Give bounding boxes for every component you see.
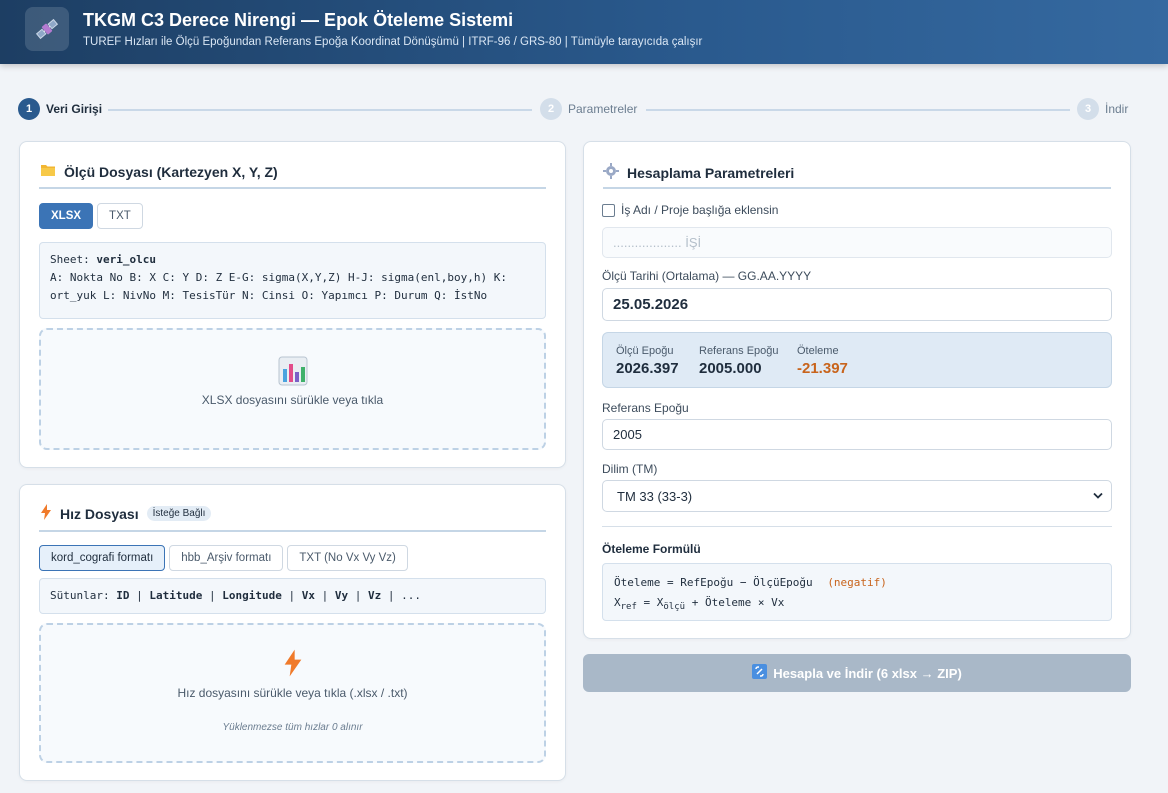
parameters-card: Hesaplama Parametreleri İş Adı / Proje b… <box>583 141 1131 639</box>
measurement-date-input[interactable]: 25.05.2026 <box>602 288 1112 321</box>
tab-hbb-arsiv[interactable]: hbb_Arşiv formatı <box>169 545 284 571</box>
shift-value: -21.397 <box>797 360 848 377</box>
stepper: 1 Veri Girişi 2 Parametreler 3 İndir <box>18 98 1133 122</box>
formula-title: Öteleme Formülü <box>602 542 701 556</box>
gear-icon <box>603 163 619 182</box>
velocity-columns-info: Sütunlar: ID | Latitude | Longitude | Vx… <box>39 578 546 614</box>
formula-rest: + Öteleme × Vx <box>685 596 785 609</box>
card-divider <box>39 530 546 532</box>
checkbox-label: İş Adı / Proje başlığa eklensin <box>621 203 779 217</box>
step-label: Veri Girişi <box>46 102 103 116</box>
card-divider <box>603 187 1111 189</box>
velocity-card-title: Hız Dosyası İsteğe Bağlı <box>40 504 212 523</box>
project-title-checkbox-row[interactable]: İş Adı / Proje başlığa eklensin <box>602 203 778 217</box>
project-name-placeholder: ................... İŞİ <box>613 235 702 250</box>
zone-select[interactable]: TM 33 (33-3) <box>602 480 1112 512</box>
section-divider <box>602 526 1112 527</box>
tab-xlsx[interactable]: XLSX <box>39 203 94 229</box>
velocity-format-tabs: kord_cografi formatı hbb_Arşiv formatı T… <box>39 545 408 571</box>
formula-olcu-sub: ölçü <box>663 602 686 613</box>
velocity-file-card: Hız Dosyası İsteğe Bağlı kord_cografi fo… <box>19 484 566 781</box>
step-download[interactable]: 3 İndir <box>1077 98 1128 120</box>
project-title-checkbox[interactable] <box>602 203 615 217</box>
ref-epoch-value: 2005.000 <box>699 360 762 377</box>
app-header: TKGM C3 Derece Nirengi — Epok Öteleme Si… <box>0 0 1168 64</box>
sheet-columns-info: Sheet: veri_olcu A: Nokta No B: X C: Y D… <box>39 242 546 319</box>
formula-eq: = X <box>636 596 664 609</box>
sheet-name: veri_olcu <box>96 253 156 266</box>
column-more: ... <box>401 589 421 602</box>
card-divider <box>39 187 546 189</box>
link-icon <box>752 664 768 682</box>
app-title: TKGM C3 Derece Nirengi — Epok Öteleme Si… <box>83 10 514 30</box>
measurement-format-tabs: XLSX TXT <box>39 203 143 229</box>
dropzone-text: XLSX dosyasını sürükle veya tıkla <box>201 393 384 407</box>
measure-epoch-value: 2026.397 <box>616 360 679 377</box>
tab-txt[interactable]: TXT <box>97 203 143 229</box>
ref-epoch-field-label: Referans Epoğu <box>602 401 689 415</box>
date-label: Ölçü Tarihi (Ortalama) — GG.AA.YYYY <box>602 269 812 283</box>
tab-txt-velocity[interactable]: TXT (No Vx Vy Vz) <box>287 545 408 571</box>
satellite-icon <box>25 7 69 51</box>
tab-kord-cografi[interactable]: kord_cografi formatı <box>39 545 166 571</box>
button-label: Hesapla ve İndir (6 xlsx → ZIP) <box>773 665 962 681</box>
formula-ref-sub: ref <box>620 602 637 613</box>
lightning-icon <box>40 504 52 523</box>
step-number: 1 <box>18 98 40 120</box>
ref-epoch-label: Referans Epoğu <box>699 345 779 357</box>
step-number: 2 <box>540 98 562 120</box>
parameters-card-title: Hesaplama Parametreleri <box>603 163 794 182</box>
epoch-summary: Ölçü Epoğu 2026.397 Referans Epoğu 2005.… <box>602 332 1112 388</box>
formula-line1: Öteleme = RefEpoğu − ÖlçüEpoğu <box>614 576 813 589</box>
app-subtitle: TUREF Hızları ile Ölçü Epoğundan Referan… <box>83 36 703 48</box>
zone-selected-value: TM 33 (33-3) <box>617 488 693 504</box>
xlsx-dropzone[interactable]: XLSX dosyasını sürükle veya tıkla <box>39 328 546 450</box>
lightning-icon <box>41 649 544 680</box>
velocity-dropzone[interactable]: Hız dosyasını sürükle veya tıkla (.xlsx … <box>39 623 546 763</box>
zone-label: Dilim (TM) <box>602 462 658 476</box>
column-latitude: Latitude <box>149 589 203 602</box>
project-name-input[interactable]: ................... İŞİ <box>602 227 1112 258</box>
column-mapping: A: Nokta No B: X C: Y D: Z E-G: sigma(X,… <box>50 271 507 302</box>
step-label: İndir <box>1105 102 1129 116</box>
dropzone-text: Hız dosyasını sürükle veya tıkla (.xlsx … <box>177 686 408 700</box>
measurement-card-title: Ölçü Dosyası (Kartezyen X, Y, Z) <box>40 163 278 180</box>
step-number: 3 <box>1077 98 1099 120</box>
chevron-down-icon <box>1093 487 1103 505</box>
step-data-entry[interactable]: 1 Veri Girişi <box>18 98 102 120</box>
formula-negative: (negatif) <box>827 576 887 589</box>
step-label: Parametreler <box>568 102 638 116</box>
column-vz: Vz <box>367 589 382 602</box>
columns-label: Sütunlar: <box>50 589 110 602</box>
calculate-download-button[interactable]: Hesapla ve İndir (6 xlsx → ZIP) <box>583 654 1131 692</box>
reference-epoch-value: 2005 <box>613 427 642 442</box>
shift-label: Öteleme <box>797 345 839 357</box>
step-connector <box>108 109 532 111</box>
optional-badge: İsteğe Bağlı <box>146 506 212 521</box>
folder-icon <box>40 163 56 180</box>
step-connector <box>646 109 1070 111</box>
measurement-file-card: Ölçü Dosyası (Kartezyen X, Y, Z) XLSX TX… <box>19 141 566 468</box>
column-longitude: Longitude <box>222 589 282 602</box>
sheet-label: Sheet: <box>50 253 90 266</box>
reference-epoch-input[interactable]: 2005 <box>602 419 1112 450</box>
step-parameters[interactable]: 2 Parametreler <box>540 98 637 120</box>
dropzone-note: Yüklenmezse tüm hızlar 0 alınır <box>222 722 363 733</box>
measure-epoch-label: Ölçü Epoğu <box>616 345 674 357</box>
column-vx: Vx <box>301 589 315 602</box>
spreadsheet-icon <box>41 356 544 389</box>
date-value: 25.05.2026 <box>613 296 689 313</box>
column-vy: Vy <box>334 589 349 602</box>
formula-box: Öteleme = RefEpoğu − ÖlçüEpoğu (negatif)… <box>602 563 1112 621</box>
column-id: ID <box>116 589 130 602</box>
formula-x: X <box>614 596 621 609</box>
